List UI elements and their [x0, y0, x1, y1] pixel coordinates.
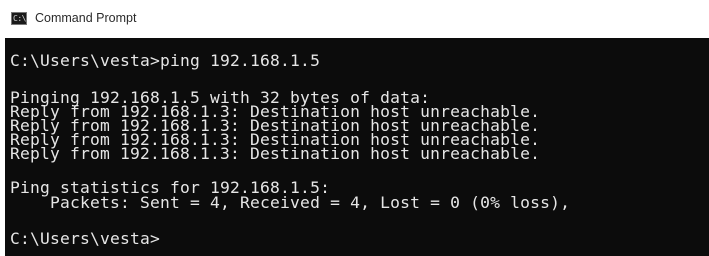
command-prompt-line: C:\Users\vesta> — [10, 229, 161, 248]
cmd-terminal-icon-glyph: C:\ — [13, 14, 26, 23]
title-bar[interactable]: C:\ Command Prompt — [0, 0, 709, 38]
command-line-ping: C:\Users\vesta>ping 192.168.1.5 — [10, 51, 321, 70]
command-prompt-window: C:\ Command Prompt C:\Users\vesta>ping 1… — [0, 0, 709, 256]
output-line-packets-summary: Packets: Sent = 4, Received = 4, Lost = … — [10, 193, 571, 212]
output-line-reply: Reply from 192.168.1.3: Destination host… — [10, 144, 541, 163]
window-title: Command Prompt — [35, 11, 137, 25]
console-output[interactable]: C:\Users\vesta>ping 192.168.1.5 Pinging … — [5, 38, 709, 256]
cmd-terminal-icon: C:\ — [11, 12, 27, 25]
